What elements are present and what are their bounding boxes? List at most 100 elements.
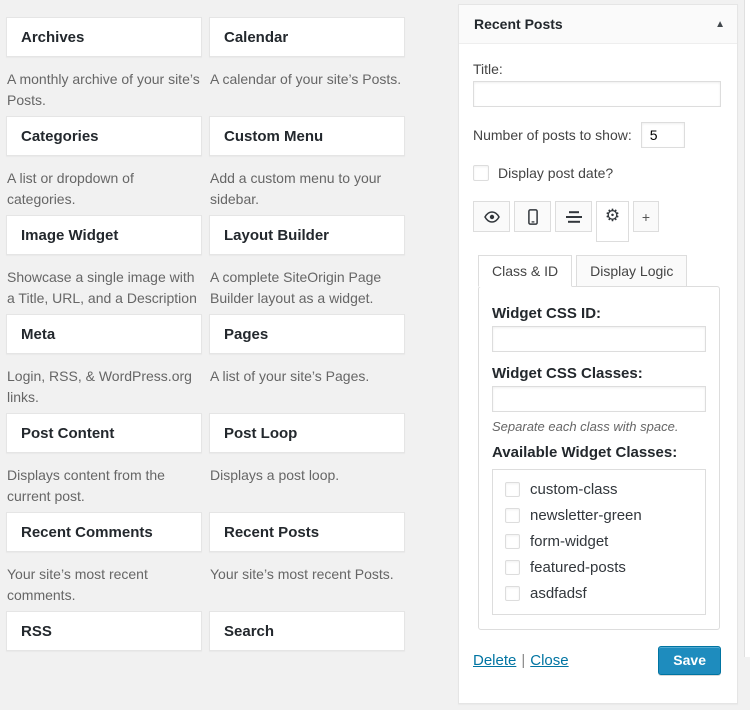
widget-card-description: Showcase a single image with a Title, UR… [7,267,200,309]
widget-card-title: Layout Builder [224,227,329,244]
widget-card-recent-comments[interactable]: Recent Comments [6,512,202,552]
widget-card-post-loop[interactable]: Post Loop [209,413,405,453]
class-option-row[interactable]: newsletter-green [505,507,693,524]
widget-panel-footer: Delete|Close Save [473,646,721,687]
widget-card-title: Recent Posts [224,524,319,541]
widget-card-rss[interactable]: RSS [6,611,202,651]
widget-list-item: Post Loop Displays a post loop. [209,413,405,512]
css-classes-note: Separate each class with space. [492,419,706,434]
class-option-row[interactable]: asdfadsf [505,585,693,602]
widget-card-search[interactable]: Search [209,611,405,651]
widget-list-item: Layout Builder A complete SiteOrigin Pag… [209,215,405,314]
widget-list-item: Meta Login, RSS, & WordPress.org links. [6,314,202,413]
widget-list-item: Search [209,611,405,710]
collapse-arrow-icon[interactable]: ▲ [715,5,725,44]
widget-card-calendar[interactable]: Calendar [209,17,405,57]
widget-card-image-widget[interactable]: Image Widget [6,215,202,255]
widget-list-item: Recent Comments Your site’s most recent … [6,512,202,611]
widget-card-layout-builder[interactable]: Layout Builder [209,215,405,255]
widget-card-title: Custom Menu [224,128,323,145]
delete-link[interactable]: Delete [473,652,516,669]
widget-card-description: Login, RSS, & WordPress.org links. [7,366,200,408]
widget-card-description: Your site’s most recent Posts. [210,564,403,585]
class-option-checkbox[interactable] [505,482,520,497]
widget-card-description: A list of your site’s Pages. [210,366,403,387]
widget-card-title: Search [224,623,274,640]
settings-tab[interactable]: ⚙ [596,201,629,242]
class-option-checkbox[interactable] [505,586,520,601]
mobile-preview-tab[interactable] [514,201,551,232]
footer-links: Delete|Close [473,652,569,669]
tab-class-and-id[interactable]: Class & ID [478,255,572,287]
widget-list-item: Post Content Displays content from the c… [6,413,202,512]
tab-display-logic[interactable]: Display Logic [576,255,687,287]
widget-card-title: Recent Comments [21,524,153,541]
available-classes-list: custom-class newsletter-green form-widge… [492,469,706,615]
add-section-tab[interactable]: + [633,201,659,232]
widget-card-description: A complete SiteOrigin Page Builder layou… [210,267,403,309]
widget-card-title: Categories [21,128,99,145]
widget-card-pages[interactable]: Pages [209,314,405,354]
class-option-row[interactable]: custom-class [505,481,693,498]
close-link[interactable]: Close [530,652,568,669]
save-button[interactable]: Save [658,646,721,675]
widget-card-title: Post Content [21,425,114,442]
num-posts-row: Number of posts to show: [473,122,721,148]
class-option-row[interactable]: featured-posts [505,559,693,576]
num-posts-label: Number of posts to show: [473,127,632,143]
styles-tab[interactable] [555,201,592,232]
eye-icon [484,211,500,223]
widget-panel-title: Recent Posts [474,16,563,32]
widget-card-title: Image Widget [21,227,118,244]
display-post-date-checkbox[interactable] [473,165,489,181]
adjacent-sidebar-edge [744,0,750,657]
settings-subtabs: Class & ID Display Logic [478,255,721,287]
widget-card-description: Displays content from the current post. [7,465,200,507]
preview-tab[interactable] [473,201,510,232]
widget-panel-header[interactable]: Recent Posts ▲ [459,5,737,44]
widget-card-title: Pages [224,326,268,343]
widget-card-custom-menu[interactable]: Custom Menu [209,116,405,156]
class-option-checkbox[interactable] [505,508,520,523]
widget-card-description: Add a custom menu to your sidebar. [210,168,403,210]
class-option-label: form-widget [530,533,608,550]
title-input[interactable] [473,81,721,107]
widget-panel-body: Title: Number of posts to show: Display … [459,44,737,687]
num-posts-input[interactable] [641,122,685,148]
widget-list-item: Categories A list or dropdown of categor… [6,116,202,215]
widget-card-archives[interactable]: Archives [6,17,202,57]
widget-card-recent-posts[interactable]: Recent Posts [209,512,405,552]
title-field-label: Title: [473,61,721,77]
widget-card-description: Displays a post loop. [210,465,403,486]
widget-card-categories[interactable]: Categories [6,116,202,156]
plus-icon: + [642,209,650,225]
widget-card-title: Post Loop [224,425,297,442]
display-post-date-label: Display post date? [498,165,613,181]
gear-icon: ⚙ [605,208,620,225]
widget-form-toolbar: ⚙ + [473,201,721,247]
widget-settings-panel: Recent Posts ▲ Title: Number of posts to… [458,4,738,704]
available-widgets-list: Archives A monthly archive of your site’… [6,17,406,710]
smartphone-icon [528,209,538,225]
widget-list-item: Image Widget Showcase a single image wit… [6,215,202,314]
available-classes-label: Available Widget Classes: [492,444,706,461]
display-post-date-row[interactable]: Display post date? [473,165,721,181]
class-option-label: custom-class [530,481,618,498]
widget-list-item: Custom Menu Add a custom menu to your si… [209,116,405,215]
widget-card-description: Your site’s most recent comments. [7,564,200,606]
class-option-checkbox[interactable] [505,534,520,549]
css-id-label: Widget CSS ID: [492,305,706,322]
class-option-row[interactable]: form-widget [505,533,693,550]
class-option-label: asdfadsf [530,585,587,602]
widget-card-description: A calendar of your site’s Posts. [210,69,403,90]
widget-list-item: Pages A list of your site’s Pages. [209,314,405,413]
css-classes-input[interactable] [492,386,706,412]
css-id-input[interactable] [492,326,706,352]
widget-list-item: Recent Posts Your site’s most recent Pos… [209,512,405,611]
class-option-checkbox[interactable] [505,560,520,575]
class-id-tab-panel: Widget CSS ID: Widget CSS Classes: Separ… [478,286,720,630]
widget-card-description: A monthly archive of your site’s Posts. [7,69,200,111]
widget-card-post-content[interactable]: Post Content [6,413,202,453]
widget-card-meta[interactable]: Meta [6,314,202,354]
widget-card-description: A list or dropdown of categories. [7,168,200,210]
